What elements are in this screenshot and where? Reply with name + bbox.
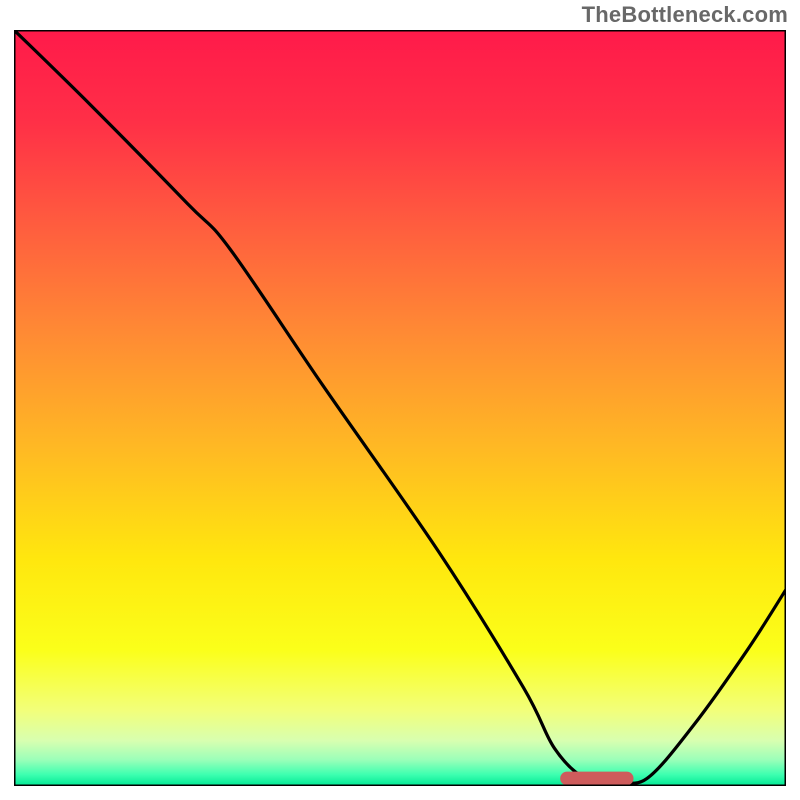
optimal-marker — [560, 772, 633, 786]
chart-container — [14, 30, 786, 786]
bottleneck-chart — [14, 30, 786, 786]
watermark-text: TheBottleneck.com — [582, 2, 788, 28]
